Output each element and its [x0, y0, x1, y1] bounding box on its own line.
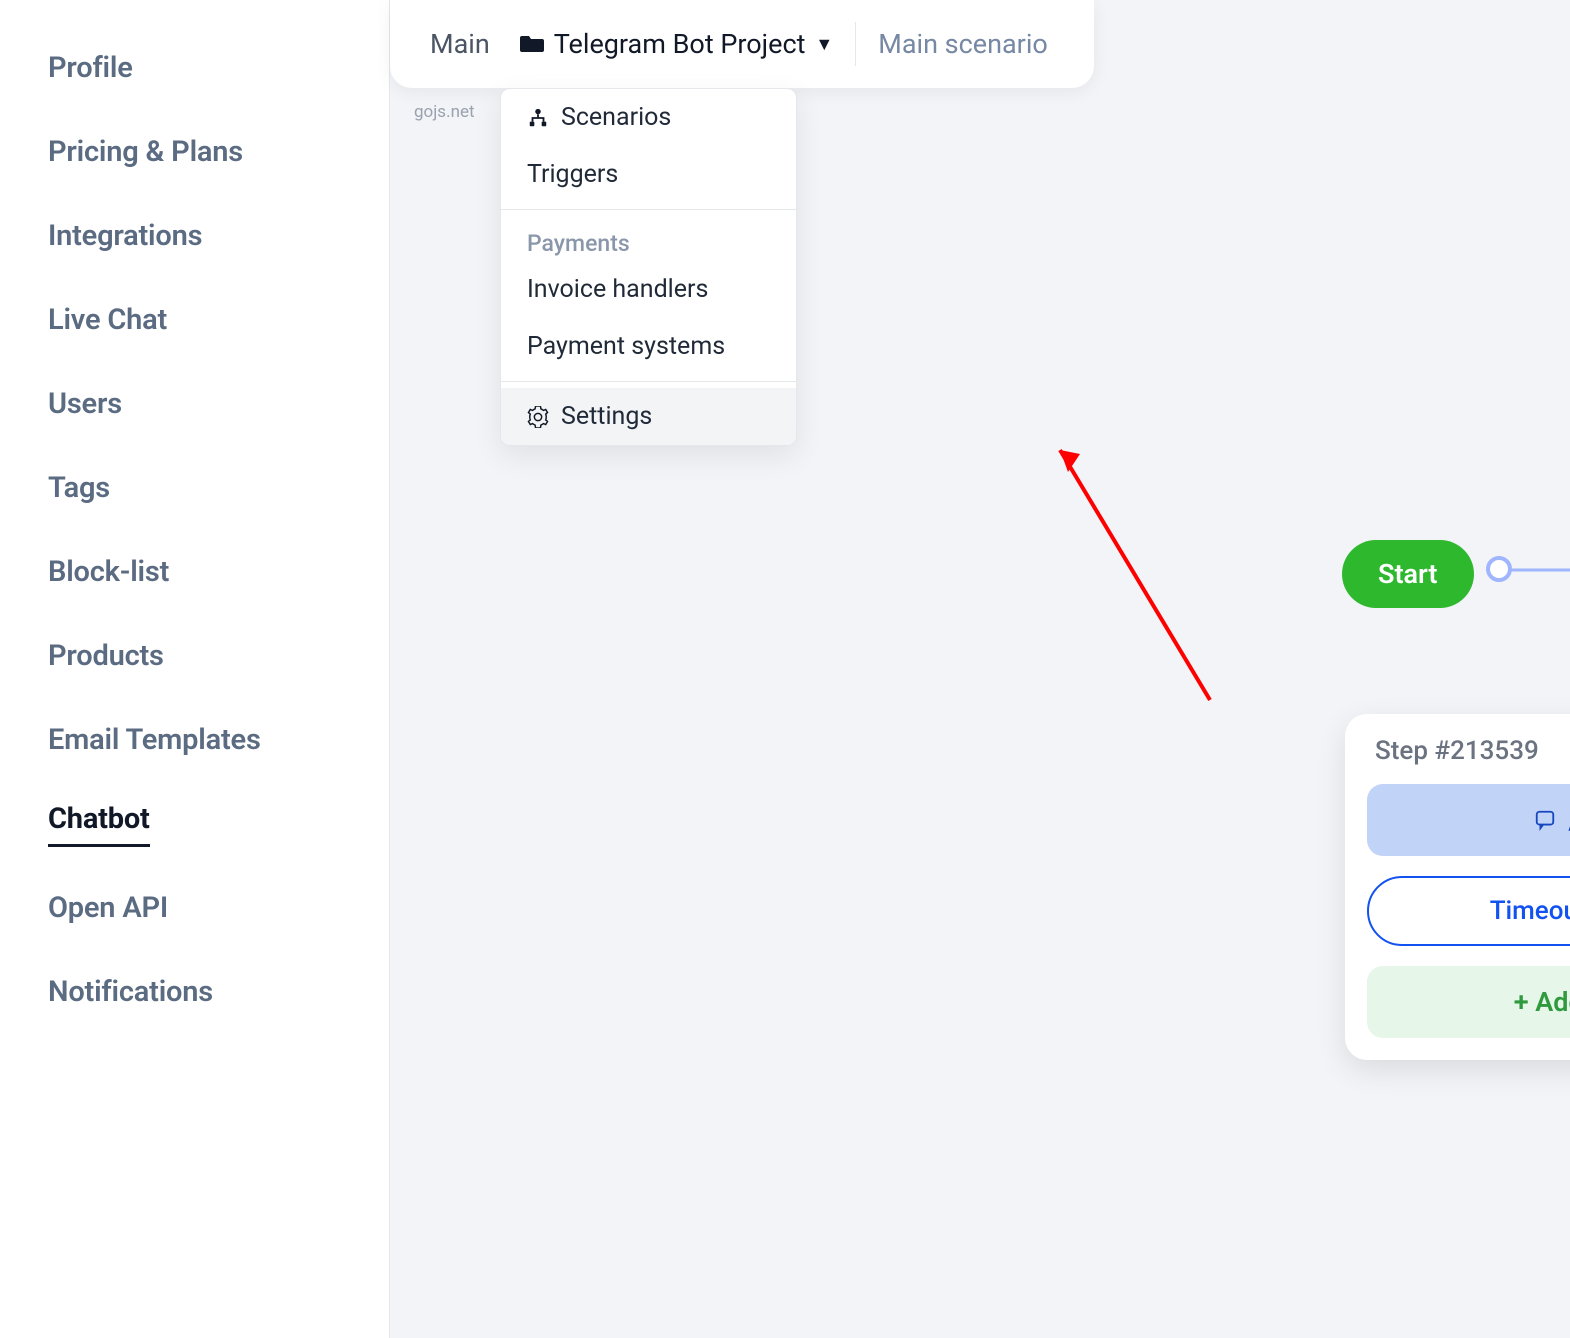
canvas[interactable]: Main Telegram Bot Project ▼ Main scenari… — [390, 0, 1570, 1338]
flow-node-label: Start — [1378, 558, 1438, 590]
dropdown-item-settings[interactable]: Settings — [501, 388, 796, 445]
sidebar-item-label: Chatbot — [48, 802, 150, 847]
sidebar-item-label: Email Templates — [48, 723, 261, 757]
flow-port-start-out[interactable] — [1486, 556, 1512, 582]
sidebar-item-products[interactable]: Products — [0, 614, 389, 698]
sidebar-item-label: Tags — [48, 471, 110, 505]
step-block-timeout[interactable]: Timeout in 24 hr + — [1367, 876, 1570, 946]
sidebar-item-users[interactable]: Users — [0, 362, 389, 446]
step-block-start-command[interactable]: /start — [1367, 784, 1570, 856]
breadcrumb-scenario[interactable]: Main scenario — [860, 28, 1066, 60]
dropdown-item-label: Scenarios — [561, 103, 671, 132]
sidebar-item-pricing-plans[interactable]: Pricing & Plans — [0, 110, 389, 194]
sidebar-item-chatbot[interactable]: Chatbot — [0, 782, 389, 866]
sidebar: Profile Pricing & Plans Integrations Liv… — [0, 0, 390, 1338]
dropdown-separator — [501, 209, 796, 210]
sidebar-item-open-api[interactable]: Open API — [0, 866, 389, 950]
breadcrumb-bar: Main Telegram Bot Project ▼ Main scenari… — [390, 0, 1094, 88]
step-block-label: Timeout in 24 hr — [1490, 896, 1570, 926]
project-dropdown-menu: Scenarios Triggers Payments Invoice hand… — [500, 88, 797, 446]
breadcrumb-project-dropdown[interactable]: Telegram Bot Project ▼ — [502, 28, 852, 60]
breadcrumb-main[interactable]: Main — [418, 28, 502, 60]
sidebar-item-label: Integrations — [48, 219, 202, 253]
step-title: Step #213539 — [1375, 736, 1539, 766]
sidebar-item-live-chat[interactable]: Live Chat — [0, 278, 389, 362]
dropdown-item-label: Settings — [561, 402, 652, 431]
sidebar-item-label: Live Chat — [48, 303, 167, 337]
dropdown-item-invoice-handlers[interactable]: Invoice handlers — [501, 261, 796, 318]
gear-icon — [527, 406, 549, 428]
sidebar-item-label: Notifications — [48, 975, 213, 1009]
sidebar-item-block-list[interactable]: Block-list — [0, 530, 389, 614]
sidebar-item-email-templates[interactable]: Email Templates — [0, 698, 389, 782]
sidebar-item-label: Profile — [48, 51, 133, 85]
sidebar-item-label: Pricing & Plans — [48, 135, 243, 169]
canvas-watermark: gojs.net — [414, 102, 475, 122]
dropdown-item-label: Triggers — [527, 160, 618, 189]
sidebar-item-label: Users — [48, 387, 122, 421]
sidebar-item-label: Block-list — [48, 555, 169, 589]
sidebar-item-profile[interactable]: Profile — [0, 26, 389, 110]
message-command-icon — [1534, 809, 1556, 831]
dropdown-item-triggers[interactable]: Triggers — [501, 146, 796, 203]
step-block-label: + Add block — [1514, 986, 1570, 1018]
dropdown-item-label: Payment systems — [527, 332, 725, 361]
flow-node-step[interactable]: Step #213539 /start Timeout in 24 hr + +… — [1345, 714, 1570, 1060]
sidebar-item-integrations[interactable]: Integrations — [0, 194, 389, 278]
sidebar-item-label: Products — [48, 639, 164, 673]
sidebar-item-label: Open API — [48, 891, 168, 925]
folder-icon — [520, 34, 544, 54]
breadcrumb-project-label: Telegram Bot Project — [554, 28, 806, 60]
flow-node-start[interactable]: Start — [1342, 540, 1474, 608]
sitemap-icon — [527, 107, 549, 129]
step-add-block-button[interactable]: + Add block — [1367, 966, 1570, 1038]
annotation-arrow — [1030, 430, 1230, 730]
sidebar-item-notifications[interactable]: Notifications — [0, 950, 389, 1034]
dropdown-item-label: Invoice handlers — [527, 275, 708, 304]
step-header: Step #213539 — [1367, 734, 1570, 784]
sidebar-item-tags[interactable]: Tags — [0, 446, 389, 530]
dropdown-item-scenarios[interactable]: Scenarios — [501, 89, 796, 146]
caret-down-icon: ▼ — [815, 34, 833, 55]
dropdown-item-payment-systems[interactable]: Payment systems — [501, 318, 796, 375]
dropdown-section-payments: Payments — [501, 216, 796, 261]
dropdown-separator — [501, 381, 796, 382]
breadcrumb-divider — [855, 22, 856, 66]
